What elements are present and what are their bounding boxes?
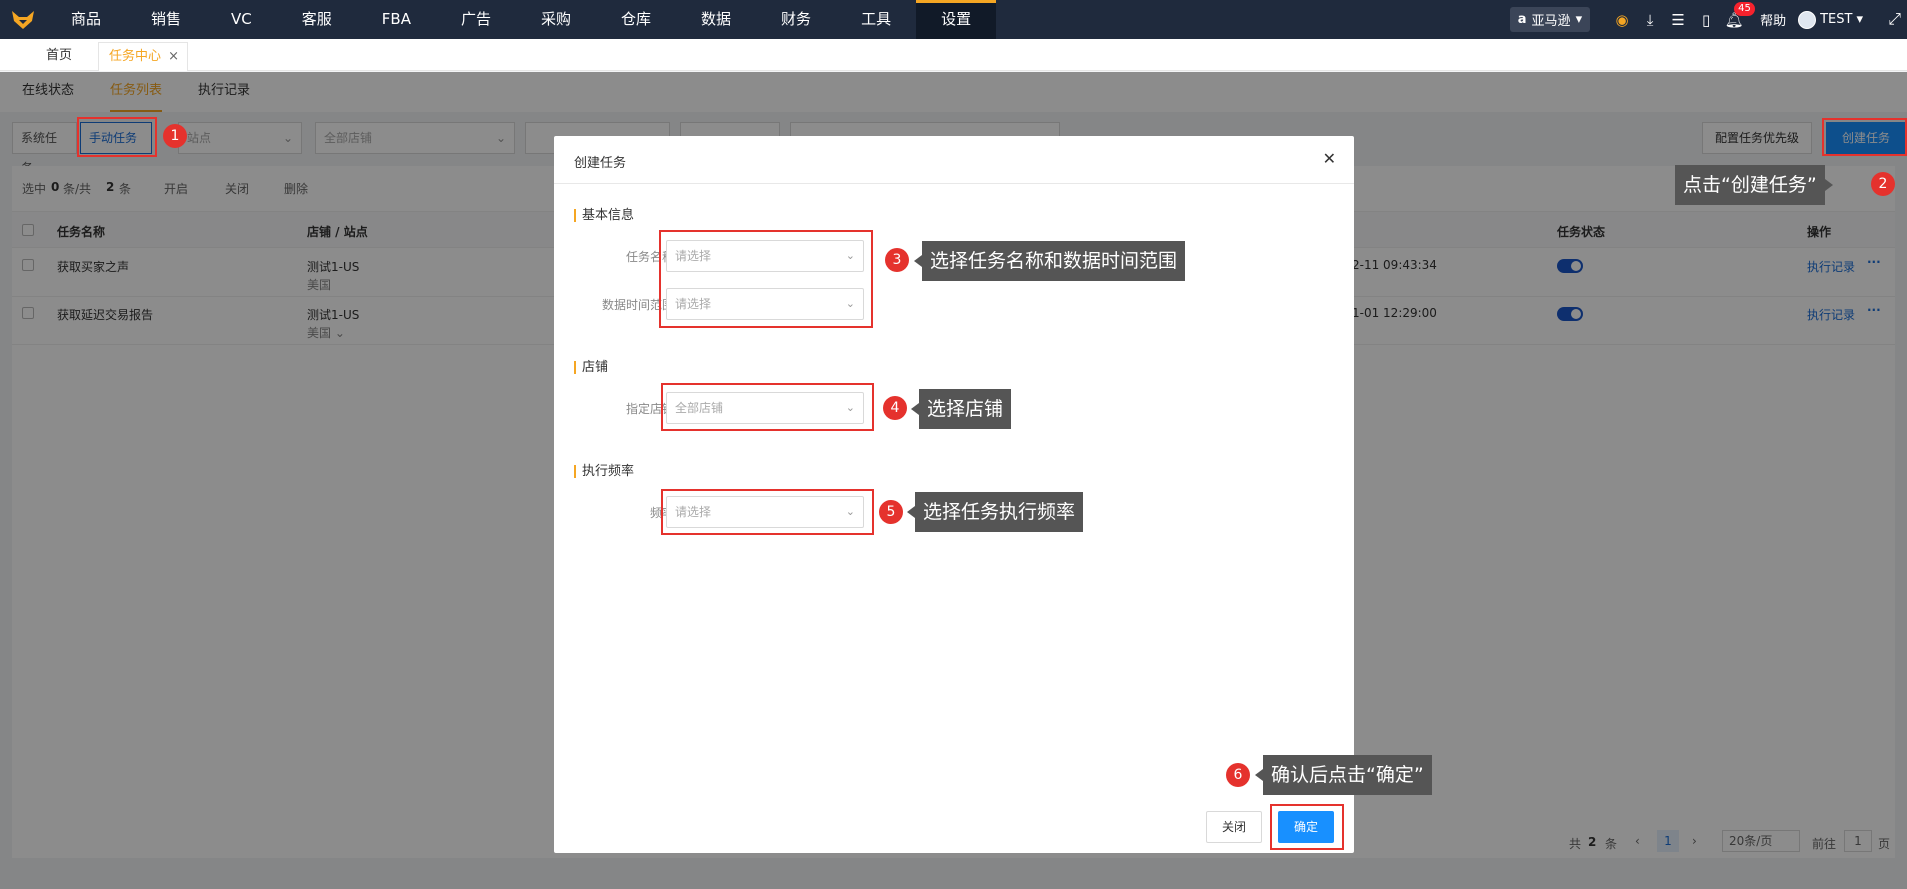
amazon-icon: a bbox=[1517, 12, 1527, 27]
nav-item-purchase[interactable]: 采购 bbox=[516, 0, 596, 39]
nav-item-sales[interactable]: 销售 bbox=[126, 0, 206, 39]
task-list-icon[interactable]: ☰ bbox=[1664, 11, 1692, 29]
step-marker-3: 3 bbox=[885, 248, 909, 272]
app-logo[interactable] bbox=[0, 0, 46, 39]
section-frequency: 执行频率 bbox=[574, 465, 634, 478]
highlight-manual-task bbox=[77, 117, 157, 157]
step-tip-5: 选择任务执行频率 bbox=[906, 492, 1084, 532]
coin-icon[interactable]: ◉ bbox=[1608, 11, 1636, 29]
marketplace-select[interactable]: a 亚马逊 ▾ bbox=[1509, 7, 1591, 32]
marketplace-label: 亚马逊 bbox=[1531, 14, 1571, 29]
frequency-label: 频率 bbox=[649, 506, 674, 520]
highlight-store-field bbox=[661, 383, 874, 431]
nav-item-data[interactable]: 数据 bbox=[676, 0, 756, 39]
top-nav: 商品 销售 VC 客服 FBA 广告 采购 仓库 数据 财务 工具 设置 a 亚… bbox=[0, 0, 1907, 39]
nav-item-customer-service[interactable]: 客服 bbox=[277, 0, 357, 39]
section-store: 店铺 bbox=[574, 361, 608, 374]
step-marker-2: 2 bbox=[1871, 172, 1895, 196]
close-icon[interactable]: ✕ bbox=[1323, 149, 1336, 168]
download-icon[interactable]: ⤓ bbox=[1636, 11, 1664, 29]
nav-item-tools[interactable]: 工具 bbox=[836, 0, 916, 39]
cancel-button[interactable]: 关闭 bbox=[1206, 811, 1262, 843]
page-tab-task-center[interactable]: 任务中心 × bbox=[98, 42, 189, 71]
page-tab-home[interactable]: 首页 bbox=[36, 42, 82, 71]
help-link[interactable]: 帮助 bbox=[1760, 10, 1786, 29]
store-label: 指定店铺 bbox=[625, 402, 674, 416]
nav-item-ads[interactable]: 广告 bbox=[436, 0, 516, 39]
task-name-label: 任务名称 bbox=[625, 250, 674, 264]
highlight-confirm-button bbox=[1270, 804, 1344, 850]
step-tip-6: 确认后点击“确定” bbox=[1255, 755, 1432, 795]
nav-item-finance[interactable]: 财务 bbox=[756, 0, 836, 39]
time-range-label: 数据时间范围 bbox=[601, 298, 674, 312]
step-tip-4: 选择店铺 bbox=[910, 389, 1012, 429]
nav-item-warehouse[interactable]: 仓库 bbox=[596, 0, 676, 39]
fullscreen-icon[interactable]: ⤢ bbox=[1888, 9, 1901, 29]
dialog-header: 创建任务 ✕ bbox=[554, 136, 1354, 184]
dialog-title: 创建任务 bbox=[574, 156, 627, 171]
nav-item-products[interactable]: 商品 bbox=[46, 0, 126, 39]
mobile-icon[interactable]: ▯ bbox=[1692, 11, 1720, 29]
step-marker-6: 6 bbox=[1226, 763, 1250, 787]
user-menu[interactable]: TEST ▾ bbox=[1798, 10, 1863, 29]
highlight-create-task bbox=[1822, 118, 1907, 156]
caret-down-icon: ▾ bbox=[1856, 12, 1863, 27]
bell-icon[interactable]: 🔔︎ 45 bbox=[1720, 1, 1755, 29]
highlight-frequency-field bbox=[661, 489, 874, 535]
nav-item-fba[interactable]: FBA bbox=[357, 0, 436, 39]
page-tab-label: 任务中心 bbox=[109, 49, 162, 64]
user-name: TEST bbox=[1820, 12, 1853, 27]
step-marker-1: 1 bbox=[163, 124, 187, 148]
close-icon[interactable]: × bbox=[168, 43, 179, 71]
caret-down-icon: ▾ bbox=[1575, 12, 1583, 27]
nav-item-settings[interactable]: 设置 bbox=[916, 0, 997, 39]
nav-item-vc[interactable]: VC bbox=[206, 0, 277, 39]
avatar bbox=[1798, 10, 1817, 29]
step-tip-3: 选择任务名称和数据时间范围 bbox=[913, 241, 1186, 281]
step-marker-4: 4 bbox=[883, 396, 907, 420]
page-tabs: 首页 任务中心 × bbox=[0, 39, 1907, 71]
section-basic-info: 基本信息 bbox=[574, 209, 634, 222]
step-marker-5: 5 bbox=[879, 500, 903, 524]
step-tip-2: 点击“创建任务” bbox=[1675, 165, 1833, 205]
highlight-basic-fields bbox=[659, 230, 873, 328]
notification-badge: 45 bbox=[1734, 1, 1755, 16]
